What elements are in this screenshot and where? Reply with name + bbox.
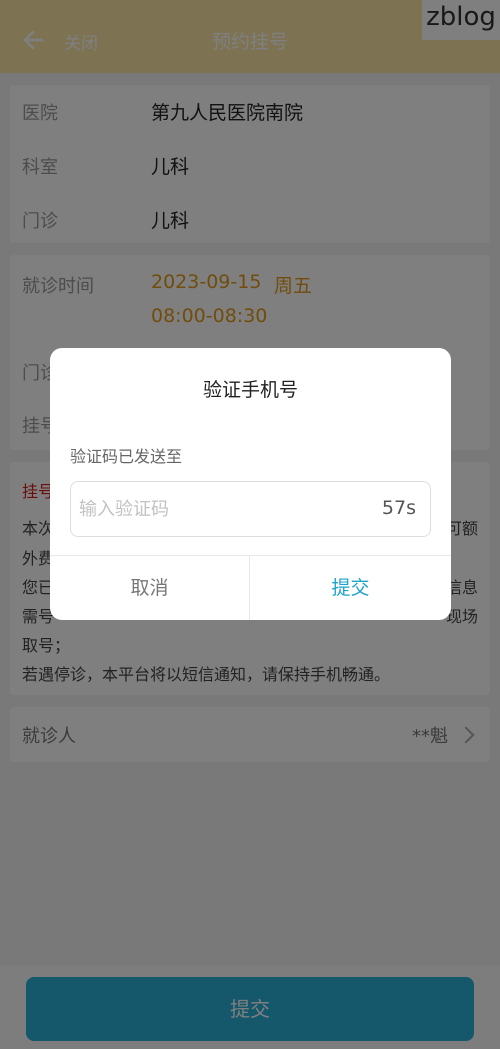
confirm-button[interactable]: 提交 [250, 556, 451, 620]
countdown-timer: 57s [381, 497, 416, 519]
verification-code-field[interactable]: 57s [70, 481, 431, 537]
cancel-button[interactable]: 取消 [50, 556, 249, 620]
dialog-title: 验证手机号 [202, 379, 298, 401]
verify-phone-dialog: 验证手机号 验证码已发送至 57s 取消 提交 [50, 348, 451, 620]
code-sent-label: 验证码已发送至 [70, 447, 183, 466]
verification-code-input[interactable] [79, 482, 349, 536]
